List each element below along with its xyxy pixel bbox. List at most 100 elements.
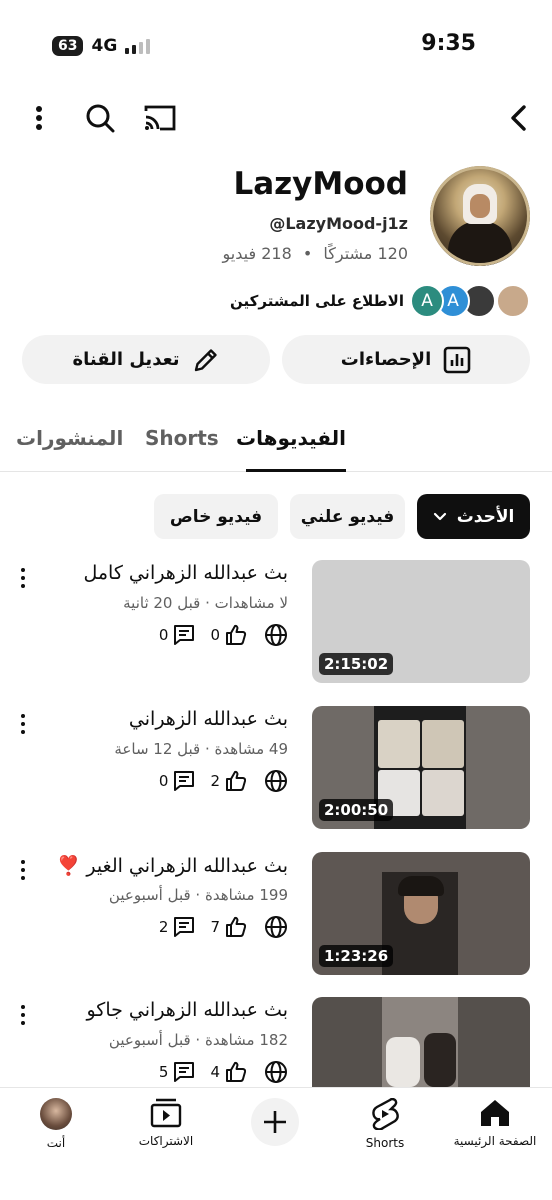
pencil-icon xyxy=(194,348,217,371)
channel-name: LazyMood xyxy=(233,166,408,202)
video-title[interactable]: بث عبدالله الزهراني الغير ❣️ xyxy=(57,854,288,877)
separator-dot: • xyxy=(302,244,313,263)
channel-stats: 120 مشتركًا • 218 فيديو xyxy=(223,244,408,263)
video-menu-icon[interactable] xyxy=(14,712,32,736)
video-duration: 2:15:02 xyxy=(319,653,394,675)
active-tab-indicator xyxy=(246,469,346,472)
analytics-label: الإحصاءات xyxy=(340,349,432,370)
like-icon xyxy=(226,916,247,937)
cast-icon[interactable] xyxy=(140,98,180,138)
globe-icon xyxy=(265,916,287,938)
status-bar: 63 4G 9:35 xyxy=(0,0,552,90)
subscriber-avatar: A xyxy=(410,284,444,318)
back-arrow-icon[interactable] xyxy=(500,98,536,138)
video-title[interactable]: بث عبدالله الزهراني كامل xyxy=(83,562,288,584)
globe-icon xyxy=(265,770,287,792)
video-item[interactable]: 2:00:50 بث عبدالله الزهراني 49 مشاهدة · … xyxy=(0,706,552,834)
video-meta: لا مشاهدات · قبل 20 ثانية xyxy=(123,594,288,612)
analytics-button[interactable]: الإحصاءات xyxy=(282,335,530,384)
video-item[interactable]: بث عبدالله الزهراني جاكو 182 مشاهدة · قب… xyxy=(0,997,552,1087)
chevron-down-icon xyxy=(433,512,446,520)
video-thumbnail[interactable]: 2:00:50 xyxy=(312,706,530,829)
video-menu-icon[interactable] xyxy=(14,858,32,882)
view-subscribers-link[interactable]: الاطلاع على المشتركين xyxy=(230,292,404,310)
tab-posts[interactable]: المنشورات xyxy=(16,426,123,450)
network-type: 4G xyxy=(91,36,118,56)
video-count: 218 فيديو xyxy=(222,244,292,263)
sort-latest-chip[interactable]: الأحدث xyxy=(417,494,530,539)
video-menu-icon[interactable] xyxy=(14,566,32,590)
create-button[interactable] xyxy=(251,1098,299,1146)
like-icon xyxy=(226,770,247,791)
plus-icon xyxy=(264,1111,286,1133)
globe-icon xyxy=(265,624,287,646)
edit-channel-button[interactable]: تعديل القناة xyxy=(22,335,270,384)
battery-indicator: 63 xyxy=(52,36,84,56)
status-left: 63 4G xyxy=(52,36,151,56)
comment-icon xyxy=(174,917,195,937)
comment-icon xyxy=(174,1062,195,1082)
channel-handle: @LazyMood-j1z xyxy=(269,214,408,233)
tab-videos[interactable]: الفيديوهات xyxy=(236,426,346,450)
video-stats: 0 0 xyxy=(159,622,288,648)
video-duration: 2:00:50 xyxy=(319,799,394,821)
nav-you[interactable]: أنت xyxy=(1,1098,111,1150)
subscriber-avatar xyxy=(496,284,530,318)
video-item[interactable]: 2:15:02 بث عبدالله الزهراني كامل لا مشاه… xyxy=(0,560,552,688)
bottom-navigation: الصفحة الرئيسية Shorts الاشتراكات أنت xyxy=(0,1087,552,1200)
channel-avatar[interactable] xyxy=(430,166,530,266)
subscriber-avatars: A A xyxy=(410,284,530,318)
video-thumbnail[interactable]: 2:15:02 xyxy=(312,560,530,683)
comment-count: 5 xyxy=(158,1063,169,1081)
like-count: 4 xyxy=(210,1063,220,1081)
comment-count: 0 xyxy=(158,772,169,790)
video-stats: 2 0 xyxy=(159,768,288,794)
nav-home[interactable]: الصفحة الرئيسية xyxy=(440,1098,550,1148)
tab-shorts[interactable]: Shorts xyxy=(145,426,219,450)
clock: 9:35 xyxy=(421,31,476,56)
comment-icon xyxy=(174,625,195,645)
video-meta: 199 مشاهدة · قبل أسبوعين xyxy=(108,886,288,904)
nav-you-label: أنت xyxy=(46,1136,66,1150)
nav-shorts-label: Shorts xyxy=(365,1136,405,1150)
nav-subscriptions[interactable]: الاشتراكات xyxy=(111,1098,221,1148)
signal-icon xyxy=(125,38,151,54)
video-thumbnail[interactable] xyxy=(312,997,530,1087)
channel-tabs: الفيديوهات Shorts المنشورات xyxy=(0,418,552,472)
comment-count: 0 xyxy=(158,626,169,644)
view-subscribers-row[interactable]: A A الاطلاع على المشتركين xyxy=(230,282,530,320)
analytics-icon xyxy=(443,346,471,373)
video-stats: 4 5 xyxy=(159,1059,288,1085)
nav-home-label: الصفحة الرئيسية xyxy=(453,1134,537,1148)
globe-icon xyxy=(265,1061,287,1083)
profile-avatar xyxy=(40,1098,72,1130)
shorts-icon xyxy=(372,1098,399,1130)
video-title[interactable]: بث عبدالله الزهراني xyxy=(129,708,288,730)
video-item[interactable]: 1:23:26 بث عبدالله الزهراني الغير ❣️ 199… xyxy=(0,852,552,980)
search-icon[interactable] xyxy=(80,98,120,138)
video-menu-icon[interactable] xyxy=(14,1003,32,1027)
video-meta: 49 مشاهدة · قبل 12 ساعة xyxy=(114,740,288,758)
video-title[interactable]: بث عبدالله الزهراني جاكو xyxy=(86,999,288,1021)
like-icon xyxy=(226,624,247,645)
video-stats: 7 2 xyxy=(159,914,288,940)
video-thumbnail[interactable]: 1:23:26 xyxy=(312,852,530,975)
more-options-icon[interactable] xyxy=(24,98,54,138)
edit-channel-label: تعديل القناة xyxy=(72,349,180,370)
filter-public-chip[interactable]: فيديو علني xyxy=(290,494,405,539)
like-icon xyxy=(226,1061,247,1082)
subscriptions-icon xyxy=(150,1098,182,1128)
top-bar xyxy=(0,96,552,140)
nav-shorts[interactable]: Shorts xyxy=(330,1098,440,1150)
like-count: 2 xyxy=(210,772,220,790)
subscriber-count: 120 مشتركًا xyxy=(323,244,408,263)
comment-icon xyxy=(174,771,195,791)
like-count: 7 xyxy=(210,918,220,936)
nav-subscriptions-label: الاشتراكات xyxy=(138,1134,194,1148)
home-icon xyxy=(481,1100,509,1126)
sort-latest-label: الأحدث xyxy=(456,506,515,527)
video-duration: 1:23:26 xyxy=(319,945,394,967)
comment-count: 2 xyxy=(158,918,169,936)
filter-private-chip[interactable]: فيديو خاص xyxy=(154,494,278,539)
video-meta: 182 مشاهدة · قبل أسبوعين xyxy=(108,1031,288,1049)
